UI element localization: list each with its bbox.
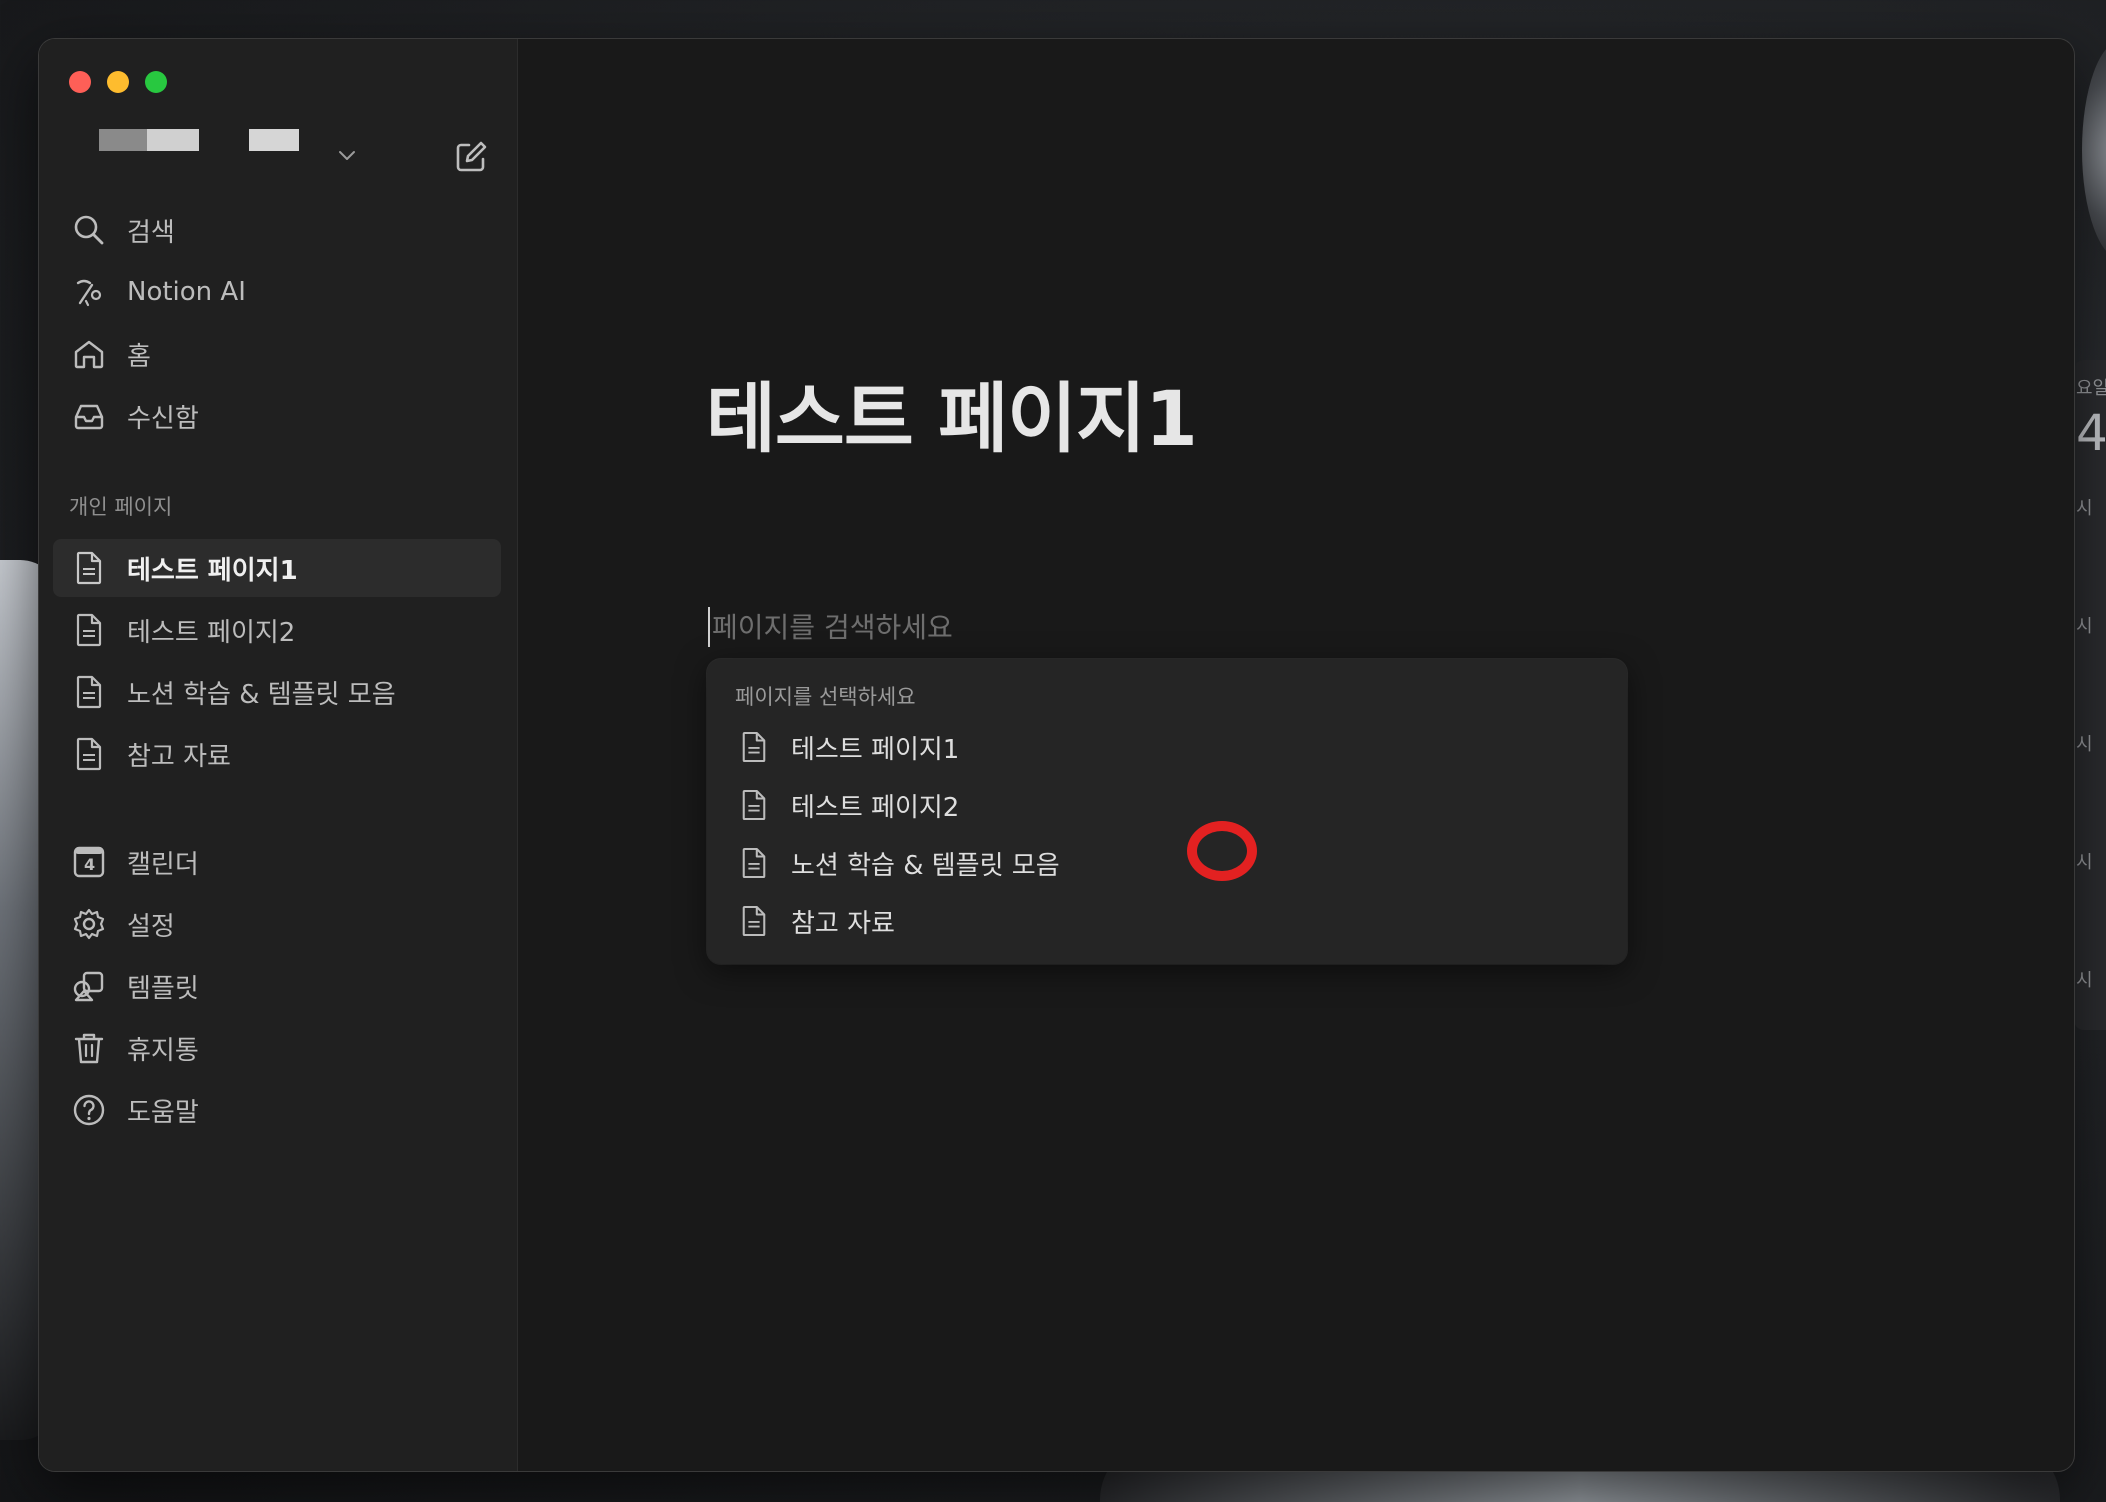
page-select-dropdown: 페이지를 선택하세요 테스트 페이지1 테스트 페이지2 노션 학습 & 템플릿… (707, 659, 1627, 964)
workspace-name-redacted (249, 129, 299, 151)
sidebar-page-reference[interactable]: 참고 자료 (53, 725, 501, 783)
template-icon (71, 968, 107, 1004)
widget-label: 시 (2076, 498, 2093, 519)
sidebar-item-inbox[interactable]: 수신함 (53, 387, 501, 445)
workspace-name-redacted (99, 129, 199, 151)
desktop-calendar-widget: 요일 4 시 시 시 시 시 (2074, 360, 2106, 1030)
dropdown-item-label: 테스트 페이지2 (791, 792, 960, 823)
sidebar-page-test-page-1[interactable]: 테스트 페이지1 (53, 539, 501, 597)
sidebar-page-test-page-2[interactable]: 테스트 페이지2 (53, 601, 501, 659)
widget-label: 4 (2076, 404, 2106, 462)
close-window-button[interactable] (69, 71, 91, 93)
sidebar-item-label: 테스트 페이지1 (127, 555, 298, 586)
sidebar-item-settings[interactable]: 설정 (53, 895, 501, 953)
search-icon (71, 212, 107, 248)
desktop-clock-widget (2082, 40, 2106, 260)
notion-ai-icon (71, 274, 107, 310)
document-icon (737, 846, 771, 880)
page-title[interactable]: 테스트 페이지1 (706, 357, 1198, 467)
dropdown-header: 페이지를 선택하세요 (735, 685, 916, 709)
sidebar-item-label: 홈 (127, 341, 151, 372)
dropdown-item-test-page-1[interactable]: 테스트 페이지1 (707, 719, 1627, 775)
dropdown-item-label: 참고 자료 (791, 908, 895, 939)
sidebar-item-notion-ai[interactable]: Notion AI (53, 263, 501, 321)
sidebar-item-search[interactable]: 검색 (53, 201, 501, 259)
help-icon (71, 1092, 107, 1128)
sidebar-item-label: 검색 (127, 217, 175, 248)
dropdown-item-label: 테스트 페이지1 (791, 734, 960, 765)
sidebar-item-label: 템플릿 (127, 973, 199, 1004)
sidebar-page-notion-learning[interactable]: 노션 학습 & 템플릿 모음 (53, 663, 501, 721)
click-marker (1187, 821, 1257, 881)
zoom-window-button[interactable] (145, 71, 167, 93)
sidebar-item-help[interactable]: 도움말 (53, 1081, 501, 1139)
text-caret (708, 607, 710, 647)
new-page-icon[interactable] (453, 139, 489, 175)
sidebar-item-label: 노션 학습 & 템플릿 모음 (127, 679, 396, 710)
calendar-day-badge: 4 (84, 855, 96, 874)
widget-label: 요일 (2076, 378, 2106, 399)
sidebar-item-trash[interactable]: 휴지통 (53, 1019, 501, 1077)
sidebar-item-label: 참고 자료 (127, 741, 231, 772)
sidebar: 검색 Notion AI 홈 수신함 개인 페이지 테스트 페이지1 테스트 페… (39, 39, 518, 1471)
dropdown-item-notion-learning[interactable]: 노션 학습 & 템플릿 모음 (707, 835, 1627, 891)
gear-icon (71, 906, 107, 942)
inbox-icon (71, 398, 107, 434)
widget-label: 시 (2076, 734, 2093, 755)
document-icon (71, 612, 107, 648)
page-search-input[interactable] (712, 610, 1392, 644)
sidebar-item-templates[interactable]: 템플릿 (53, 957, 501, 1015)
sidebar-item-label: 수신함 (127, 403, 199, 434)
widget-label: 시 (2076, 970, 2093, 991)
document-icon (737, 730, 771, 764)
sidebar-item-label: 휴지통 (127, 1035, 199, 1066)
document-icon (71, 674, 107, 710)
dropdown-item-test-page-2[interactable]: 테스트 페이지2 (707, 777, 1627, 833)
calendar-icon: 4 (71, 844, 107, 880)
widget-label: 시 (2076, 852, 2093, 873)
document-icon (71, 550, 107, 586)
minimize-window-button[interactable] (107, 71, 129, 93)
sidebar-item-label: 도움말 (127, 1097, 199, 1128)
app-window: 검색 Notion AI 홈 수신함 개인 페이지 테스트 페이지1 테스트 페… (39, 39, 2074, 1471)
section-label-private-pages[interactable]: 개인 페이지 (69, 491, 172, 521)
sidebar-item-label: 캘린더 (127, 849, 199, 880)
sidebar-item-label: Notion AI (127, 277, 246, 307)
dropdown-item-label: 노션 학습 & 템플릿 모음 (791, 850, 1060, 881)
sidebar-item-calendar[interactable]: 4 캘린더 (53, 833, 501, 891)
workspace-switcher[interactable] (99, 129, 299, 151)
document-icon (737, 904, 771, 938)
home-icon (71, 336, 107, 372)
dropdown-item-reference[interactable]: 참고 자료 (707, 893, 1627, 949)
page-content: 테스트 페이지1 페이지를 선택하세요 테스트 페이지1 테스트 페이지2 (518, 39, 2074, 1471)
chevron-down-icon[interactable] (335, 143, 359, 167)
page-search-field[interactable] (708, 605, 1408, 649)
sidebar-item-home[interactable]: 홈 (53, 325, 501, 383)
sidebar-item-label: 설정 (127, 911, 175, 942)
document-icon (71, 736, 107, 772)
widget-label: 시 (2076, 616, 2093, 637)
window-controls (69, 71, 167, 93)
document-icon (737, 788, 771, 822)
sidebar-item-label: 테스트 페이지2 (127, 617, 296, 648)
trash-icon (71, 1030, 107, 1066)
